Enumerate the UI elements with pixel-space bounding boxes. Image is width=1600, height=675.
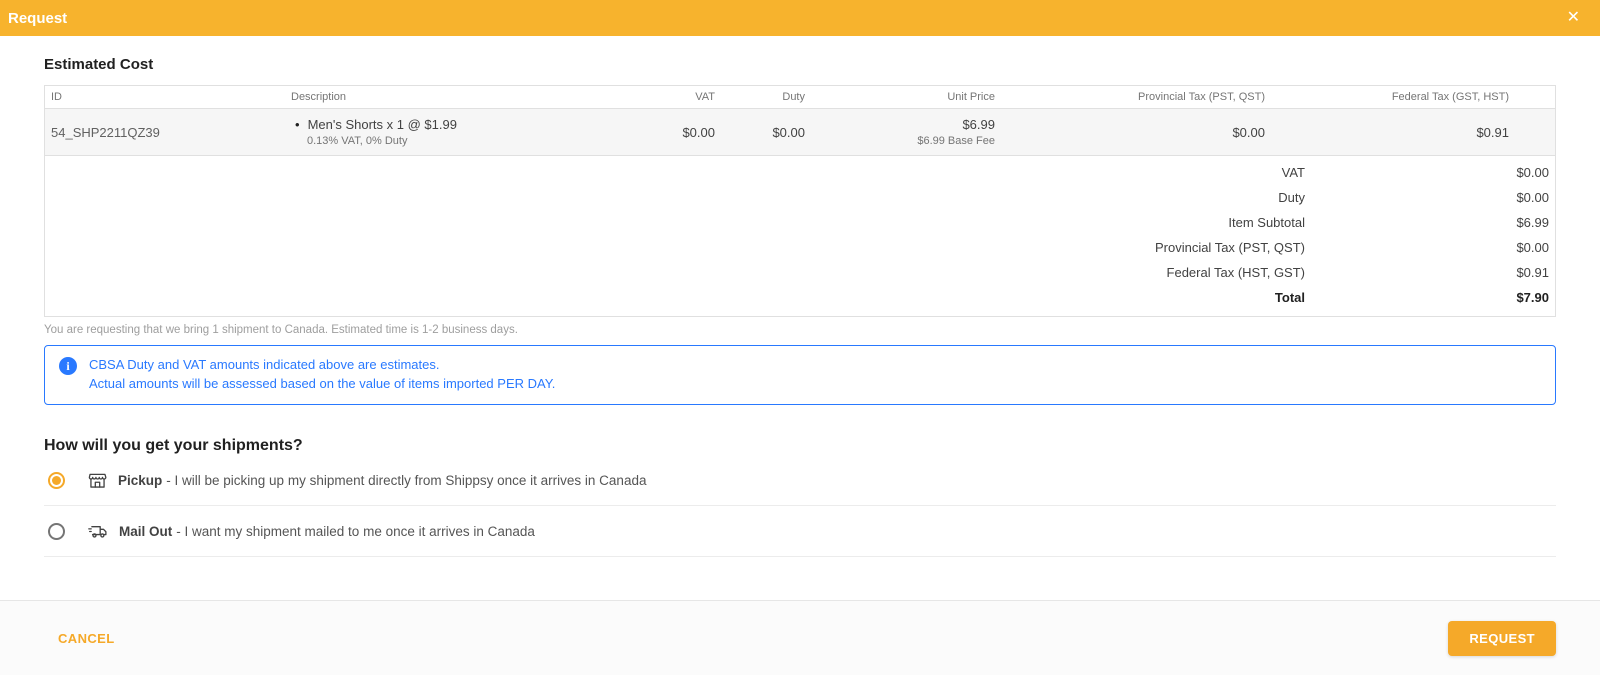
- request-button[interactable]: REQUEST: [1448, 620, 1556, 656]
- summary-label: Duty: [1278, 190, 1305, 205]
- summary-value: $0.00: [1516, 165, 1549, 180]
- summary-row-provincial-tax: Provincial Tax (PST, QST) $0.00: [45, 235, 1555, 260]
- cost-table-header: ID Description VAT Duty Unit Price Provi…: [45, 86, 1555, 109]
- summary-row-federal-tax: Federal Tax (HST, GST) $0.91: [45, 260, 1555, 285]
- summary-label: Federal Tax (HST, GST): [1166, 265, 1305, 280]
- modal-title: Request: [8, 9, 68, 27]
- estimated-cost-heading: Estimated Cost: [44, 56, 154, 73]
- modal-content: Estimated Cost ID Description VAT Duty U…: [0, 36, 1600, 600]
- col-id: ID: [51, 91, 62, 103]
- row-unit-price: $6.99: [962, 117, 995, 132]
- row-description-sub: 0.13% VAT, 0% Duty: [307, 135, 408, 147]
- col-duty: Duty: [782, 91, 805, 103]
- shipment-note: You are requesting that we bring 1 shipm…: [44, 324, 518, 336]
- info-line1: CBSA Duty and VAT amounts indicated abov…: [89, 357, 440, 372]
- row-federal-tax: $0.91: [1476, 124, 1509, 140]
- modal-footer: CANCEL REQUEST: [0, 600, 1600, 675]
- mail-out-option[interactable]: Mail Out - I want my shipment mailed to …: [44, 506, 1556, 557]
- info-line2: Actual amounts will be assessed based on…: [89, 375, 556, 391]
- info-text: CBSA Duty and VAT amounts indicated abov…: [89, 356, 555, 394]
- pickup-radio[interactable]: [48, 471, 65, 489]
- row-unit-price-sub: $6.99 Base Fee: [917, 135, 995, 147]
- row-description: Men's Shorts x 1 @ $1.99: [307, 117, 457, 132]
- row-duty: $0.00: [772, 124, 805, 140]
- truck-icon: [87, 521, 109, 542]
- col-description: Description: [291, 91, 347, 103]
- col-provincial-tax: Provincial Tax (PST, QST): [1138, 91, 1265, 103]
- summary-row-total: Total $7.90: [45, 285, 1555, 310]
- summary-value: $7.90: [1516, 290, 1549, 305]
- summary-value: $0.91: [1516, 265, 1549, 280]
- table-row: 54_SHP2211QZ39 • Men's Shorts x 1 @ $1.9…: [45, 109, 1555, 156]
- summary-label: Provincial Tax (PST, QST): [1154, 240, 1305, 255]
- pickup-option[interactable]: Pickup - I will be picking up my shipmen…: [44, 455, 1556, 506]
- modal-header: Request ✕: [0, 0, 1600, 36]
- summary-label: Item Subtotal: [1228, 215, 1305, 230]
- col-vat: VAT: [695, 91, 715, 103]
- mail-out-description: - I want my shipment mailed to me once i…: [176, 523, 535, 539]
- row-provincial-tax: $0.00: [1232, 124, 1265, 140]
- summary-value: $6.99: [1516, 215, 1549, 230]
- summary-row-subtotal: Item Subtotal $6.99: [45, 210, 1555, 235]
- pickup-label: Pickup: [118, 472, 163, 488]
- mail-out-radio[interactable]: [48, 522, 65, 540]
- bullet-icon: •: [295, 117, 300, 132]
- row-vat: $0.00: [682, 124, 715, 140]
- close-icon[interactable]: ✕: [1561, 6, 1586, 30]
- mail-out-label: Mail Out: [119, 523, 173, 539]
- cost-table: ID Description VAT Duty Unit Price Provi…: [44, 85, 1556, 317]
- summary-row-duty: Duty $0.00: [45, 185, 1555, 210]
- row-unit-price-cell: $6.99 $6.99 Base Fee: [811, 109, 1001, 155]
- col-federal-tax: Federal Tax (GST, HST): [1391, 91, 1509, 103]
- info-box: i CBSA Duty and VAT amounts indicated ab…: [44, 345, 1556, 405]
- store-icon: [87, 470, 108, 491]
- cancel-button[interactable]: CANCEL: [58, 631, 115, 646]
- summary-block: VAT $0.00 Duty $0.00 Item Subtotal $6.99…: [45, 160, 1555, 316]
- summary-value: $0.00: [1516, 240, 1549, 255]
- info-icon: i: [59, 357, 77, 375]
- summary-row-vat: VAT $0.00: [45, 160, 1555, 185]
- summary-value: $0.00: [1516, 190, 1549, 205]
- row-id: 54_SHP2211QZ39: [51, 124, 160, 140]
- summary-label: Total: [1274, 290, 1305, 305]
- shipment-options-heading: How will you get your shipments?: [44, 436, 303, 454]
- row-description-cell: • Men's Shorts x 1 @ $1.99 0.13% VAT, 0%…: [285, 109, 631, 155]
- summary-label: VAT: [1281, 165, 1305, 180]
- pickup-description: - I will be picking up my shipment direc…: [166, 472, 647, 488]
- col-unit-price: Unit Price: [947, 91, 995, 103]
